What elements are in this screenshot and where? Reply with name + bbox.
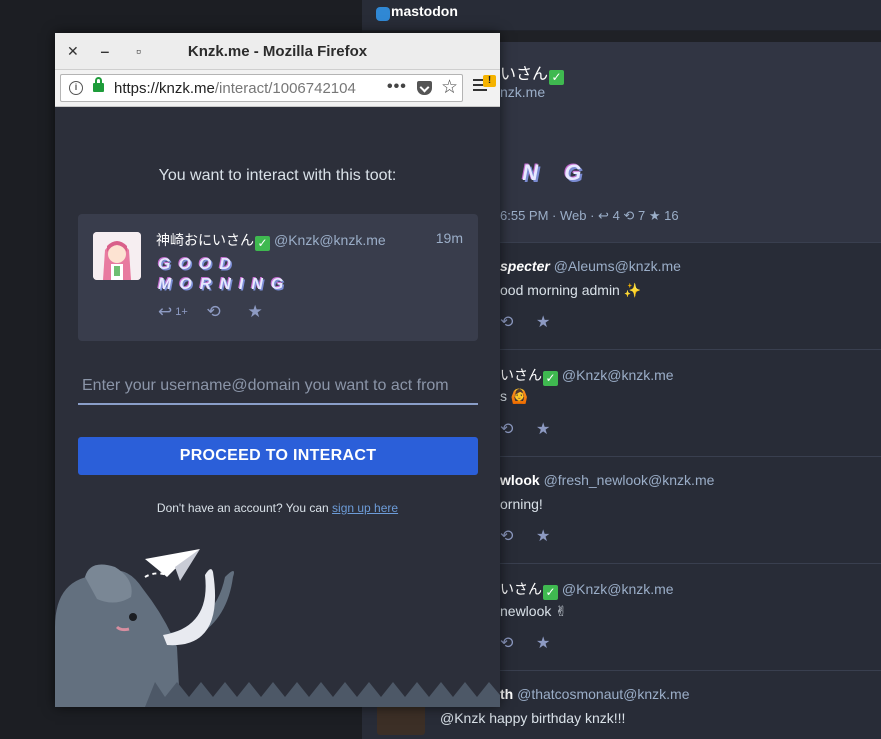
interact-prompt: You want to interact with this toot: xyxy=(158,167,397,184)
status-author: wlook @fresh_newlook@knzk.me xyxy=(500,472,715,488)
status-text: ood morning admin ✨ xyxy=(500,282,642,298)
toot-author[interactable]: 神崎おにいさん ✓ @Knzk@knzk.me xyxy=(156,230,386,251)
toot-content-line: MORNING xyxy=(158,276,292,293)
navigation-bar: i https://knzk.me/interact/1006742104 ••… xyxy=(55,70,500,107)
status-text: @Knzk happy birthday knzk!!! xyxy=(440,710,626,726)
mastodon-logo-text: mastodon xyxy=(391,3,458,19)
sign-up-link[interactable]: sign up here xyxy=(332,501,398,515)
status-text: orning! xyxy=(500,496,543,512)
star-icon[interactable]: ★ xyxy=(536,633,550,653)
status-author: th @thatcosmonaut@knzk.me xyxy=(500,686,690,702)
window-titlebar[interactable]: ✕ ‒ ▫ Knzk.me - Mozilla Firefox xyxy=(55,33,500,70)
mastodon-logo-icon xyxy=(376,7,390,21)
avatar[interactable] xyxy=(93,232,141,280)
status-text: newlook ✌ xyxy=(500,603,567,619)
status-text: s 🙆 xyxy=(500,388,529,404)
focused-status-meta: 6:55 PM · Web · ↩ 4 ⟲ 7 ★ 16 xyxy=(500,208,679,223)
focused-status-name: いさん ✓ xyxy=(500,60,565,85)
toot-time[interactable]: 19m xyxy=(436,230,463,246)
proceed-to-interact-button[interactable]: PROCEED TO INTERACT xyxy=(78,437,478,475)
toot-actions: ↩ 1+ ⟲ ★ xyxy=(158,302,263,322)
info-icon[interactable]: i xyxy=(69,81,83,95)
firefox-popup-window: ✕ ‒ ▫ Knzk.me - Mozilla Firefox i https:… xyxy=(55,33,500,707)
lock-icon[interactable] xyxy=(93,77,104,92)
boost-icon[interactable]: ⟲ xyxy=(500,419,513,439)
star-icon[interactable]: ★ xyxy=(649,208,661,223)
bookmark-star-icon[interactable]: ☆ xyxy=(441,76,458,99)
reply-count: 1+ xyxy=(175,306,188,318)
status-author: いさん ✓ @Knzk@knzk.me xyxy=(500,367,674,386)
verified-icon: ✓ xyxy=(543,371,558,386)
username-domain-input[interactable]: Enter your username@domain you want to a… xyxy=(78,369,478,405)
elephant-illustration xyxy=(55,549,500,707)
toot-content-line: GOOD xyxy=(158,256,239,273)
url-text[interactable]: https://knzk.me/interact/1006742104 xyxy=(114,80,379,97)
star-icon[interactable]: ★ xyxy=(536,526,550,546)
focused-status-handle: nzk.me xyxy=(500,84,546,100)
boost-icon[interactable]: ⟲ xyxy=(500,526,513,546)
boost-icon[interactable]: ⟲ xyxy=(207,302,221,321)
boost-icon[interactable]: ⟲ xyxy=(500,312,513,332)
status-author: いさん ✓ @Knzk@knzk.me xyxy=(500,581,674,600)
interact-page: You want to interact with this toot: 神崎お… xyxy=(55,107,500,707)
signup-prompt: Don't have an account? You can sign up h… xyxy=(156,501,399,515)
reply-icon[interactable]: ↩ xyxy=(598,208,609,223)
verified-icon: ✓ xyxy=(255,236,270,251)
focused-status-content: I N G xyxy=(490,160,592,185)
star-icon[interactable]: ★ xyxy=(536,419,550,439)
boost-icon[interactable]: ⟲ xyxy=(623,208,634,223)
verified-icon: ✓ xyxy=(549,70,565,85)
url-bar[interactable]: i https://knzk.me/interact/1006742104 ••… xyxy=(60,74,463,102)
window-title: Knzk.me - Mozilla Firefox xyxy=(187,43,368,60)
pocket-icon[interactable] xyxy=(417,81,432,95)
toot-card[interactable]: 神崎おにいさん ✓ @Knzk@knzk.me 19m GOOD MORNING ↩… xyxy=(78,214,478,341)
update-badge: ! xyxy=(483,75,496,87)
status-author: specter @Aleums@knzk.me xyxy=(500,258,681,274)
star-icon[interactable]: ★ xyxy=(248,302,263,321)
reply-icon[interactable]: ↩ xyxy=(158,302,172,321)
verified-icon: ✓ xyxy=(543,585,558,600)
page-actions-icon[interactable]: ••• xyxy=(387,78,407,96)
mastodon-logo[interactable]: mastodon xyxy=(376,0,458,22)
boost-icon[interactable]: ⟲ xyxy=(500,633,513,653)
star-icon[interactable]: ★ xyxy=(536,312,550,332)
